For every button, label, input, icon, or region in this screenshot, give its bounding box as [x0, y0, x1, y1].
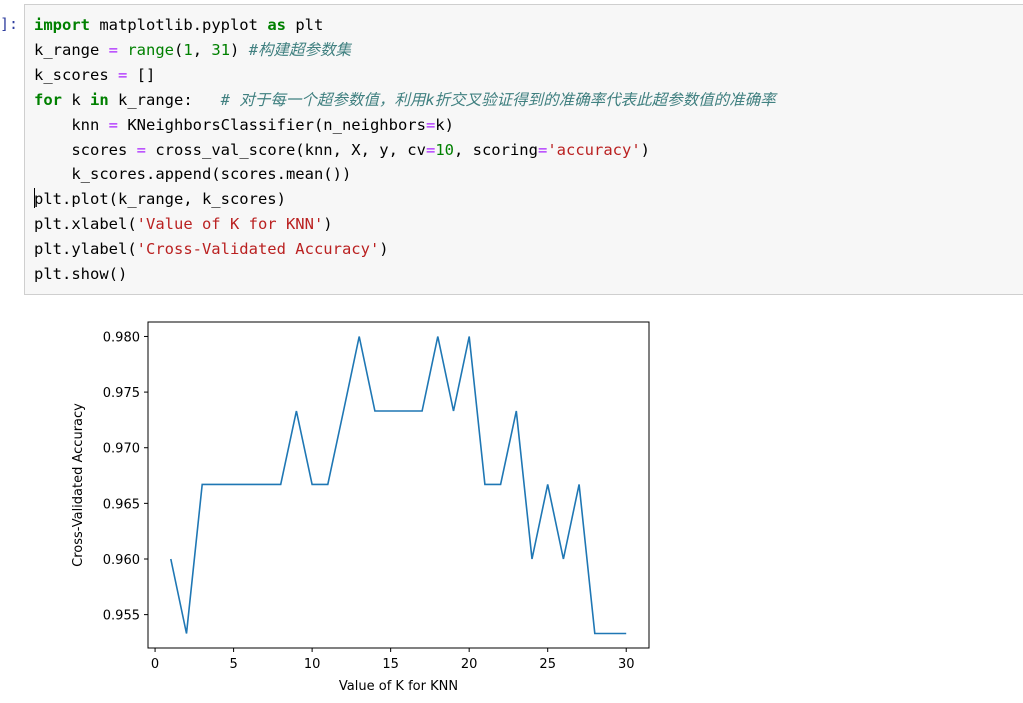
code-token: k)	[435, 115, 454, 134]
code-token: # 对于每一个超参数值，利用k折交叉验证得到的准确率代表此超参数值的准确率	[220, 90, 776, 109]
code-token: 'accuracy'	[547, 140, 641, 159]
code-line: plt.show()	[34, 265, 127, 283]
code-token: plt.plot(k_range, k_scores)	[34, 190, 286, 209]
code-token: cross_val_score(knn, X, y, cv	[146, 140, 426, 159]
code-token: =	[136, 140, 146, 159]
code-token: 'Value of K for KNN'	[136, 215, 324, 234]
code-token: =	[118, 65, 128, 84]
code-line: for k in k_range: # 对于每一个超参数值，利用k折交叉验证得到…	[34, 91, 776, 109]
x-tick-label: 30	[618, 657, 635, 672]
code-token: for	[34, 90, 62, 109]
code-token: as	[267, 16, 286, 34]
code-token: =	[537, 140, 548, 159]
code-token: =	[108, 115, 118, 134]
output-chart: 0.955 0.960 0.965 0.970 0.975 0.980 0 5 10 15 20 2…	[71, 321, 650, 694]
code-token: matplotlib.pyplot	[90, 16, 268, 34]
code-token: =	[108, 40, 118, 59]
x-axis: 0 5 10 15 20 25 30	[151, 648, 635, 672]
code-token: knn	[34, 115, 109, 134]
y-tick-label: 0.955	[103, 609, 140, 624]
code-token: range	[127, 40, 175, 59]
code-line: k_range = range(1, 31) #构建超参数集	[34, 41, 351, 59]
code-token: ,	[192, 40, 212, 59]
code-line: scores = cross_val_score(knn, X, y, cv=1…	[34, 141, 650, 159]
code-token: []	[127, 65, 156, 84]
code-token: =	[425, 140, 436, 159]
code-token: k_scores.append(scores.mean())	[34, 165, 352, 184]
code-token: (	[174, 40, 184, 59]
x-tick-label: 10	[304, 657, 321, 672]
code-editor[interactable]: import matplotlib.pyplot as plt k_range …	[34, 13, 776, 287]
code-token: #构建超参数集	[248, 40, 352, 59]
x-tick-label: 5	[229, 657, 237, 672]
x-tick-label: 20	[461, 657, 478, 672]
code-line: import matplotlib.pyplot as plt	[34, 16, 323, 34]
y-tick-label: 0.970	[103, 442, 140, 457]
code-token: k_range:	[108, 90, 221, 109]
code-token: =	[425, 115, 436, 134]
code-line: k_scores.append(scores.mean())	[34, 165, 351, 183]
code-token: )	[230, 40, 249, 59]
code-token: import	[34, 16, 90, 34]
y-tick-label: 0.980	[103, 330, 140, 345]
code-token: plt.show()	[34, 265, 128, 284]
y-tick-label: 0.975	[103, 386, 140, 401]
code-token: k_scores	[34, 65, 118, 84]
code-token: 1	[183, 40, 193, 59]
code-cell-input[interactable]: import matplotlib.pyplot as plt k_range …	[24, 4, 1023, 295]
code-token: KNeighborsClassifier(n_neighbors	[118, 115, 426, 134]
code-line: plt.ylabel('Cross-Validated Accuracy')	[34, 240, 389, 258]
x-tick-label: 15	[382, 657, 399, 672]
code-token: in	[90, 90, 109, 109]
y-tick-label: 0.965	[103, 497, 140, 512]
code-token: )	[640, 140, 650, 159]
code-line: plt.plot(k_range, k_scores)	[34, 190, 286, 208]
code-token: 31	[211, 40, 231, 59]
code-token: scores	[34, 140, 137, 159]
code-token: k	[62, 90, 90, 109]
code-token: )	[323, 215, 333, 234]
code-line: knn = KNeighborsClassifier(n_neighbors=k…	[34, 116, 454, 134]
code-token: k_range	[34, 40, 109, 59]
code-token: 10	[435, 140, 454, 159]
x-tick-label: 0	[151, 657, 159, 672]
code-line: k_scores = []	[34, 66, 155, 84]
code-token: plt.xlabel(	[34, 215, 137, 234]
series-line	[170, 336, 627, 635]
code-line: plt.xlabel('Value of K for KNN')	[34, 215, 333, 233]
code-token: plt.ylabel(	[34, 240, 137, 259]
code-token: , scoring	[453, 140, 538, 159]
code-token: 'Cross-Validated Accuracy'	[136, 240, 380, 259]
code-token: )	[379, 240, 389, 259]
x-tick-label: 25	[539, 657, 556, 672]
text-cursor	[34, 188, 35, 208]
y-axis-label: Cross-Validated Accuracy	[71, 403, 86, 567]
cell-prompt: ]:	[0, 15, 19, 33]
x-axis-label: Value of K for KNN	[339, 679, 458, 694]
code-token: plt	[285, 16, 324, 34]
y-axis: 0.955 0.960 0.965 0.970 0.975 0.980	[103, 330, 148, 624]
y-tick-label: 0.960	[103, 553, 140, 568]
